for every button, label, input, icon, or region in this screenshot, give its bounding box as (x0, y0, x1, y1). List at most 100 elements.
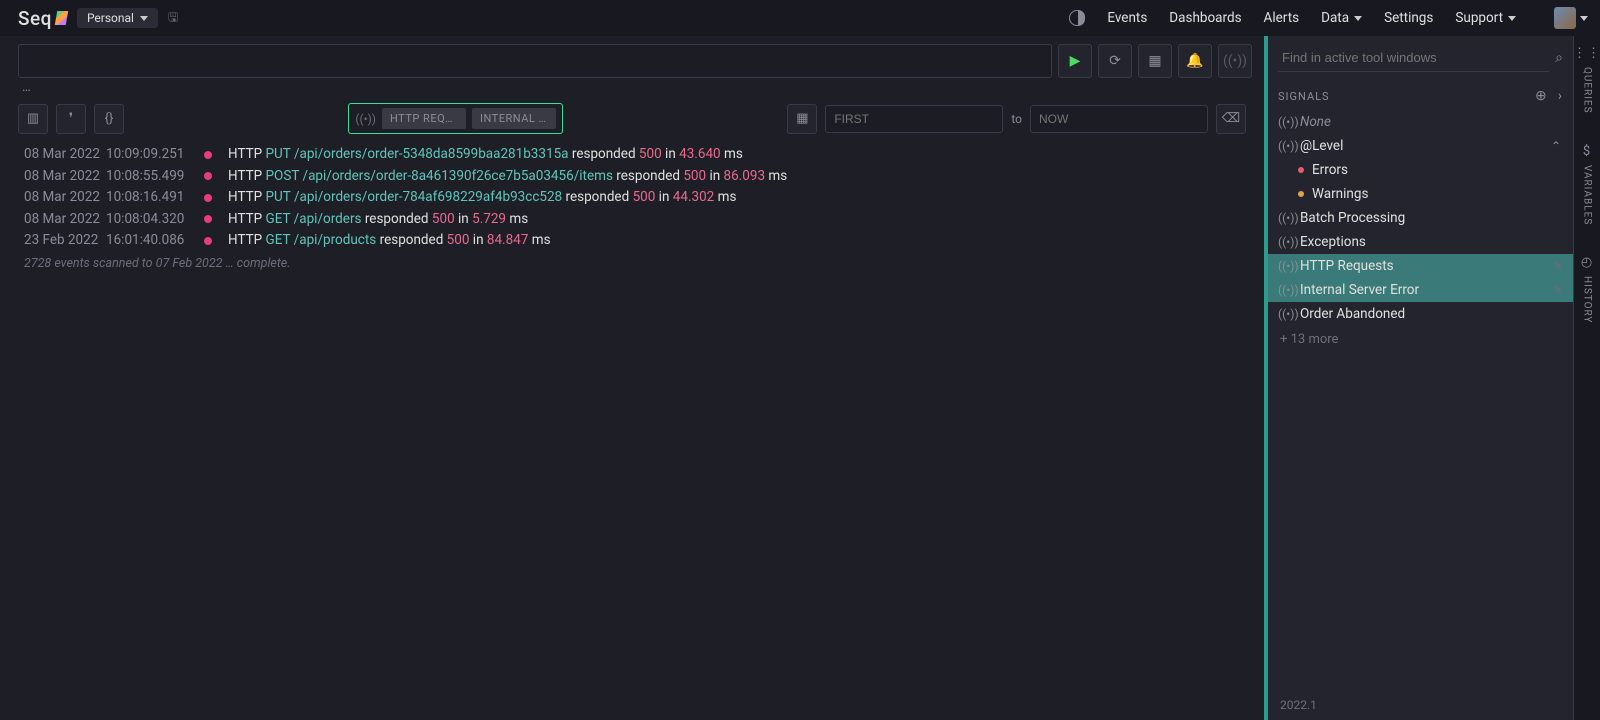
event-message: HTTP PUT /api/orders/order-5348da8599baa… (228, 145, 743, 165)
signal-add-button[interactable]: ((•)) (1218, 44, 1252, 78)
nav-support[interactable]: Support (1455, 10, 1516, 26)
edit-icon[interactable]: ✎ (1553, 283, 1563, 297)
nav-alerts[interactable]: Alerts (1264, 10, 1300, 26)
event-message: HTTP GET /api/orders responded 500 in 5.… (228, 210, 528, 230)
bar-chart-icon: ▥ (27, 111, 39, 126)
event-date: 23 Feb 2022 (24, 231, 96, 251)
notifications-button[interactable]: 🔔 (1178, 44, 1212, 78)
event-message: HTTP GET /api/products responded 500 in … (228, 231, 551, 251)
event-date: 08 Mar 2022 (24, 167, 96, 187)
edit-icon[interactable]: ✎ (1553, 259, 1563, 273)
event-row[interactable]: 08 Mar 202210:08:16.491HTTP PUT /api/ord… (24, 187, 1246, 209)
signal-row[interactable]: ((•)) Exceptions (1268, 230, 1573, 254)
applied-signals: ((•)) HTTP REQU… INTERNAL S… (348, 103, 563, 134)
date-to-label: to (1011, 112, 1022, 126)
signal-label: Batch Processing (1300, 210, 1563, 226)
event-time: 10:08:04.320 (106, 210, 184, 230)
level-dot-icon (204, 172, 212, 180)
signals-header: SIGNALS (1278, 90, 1330, 103)
event-date: 08 Mar 2022 (24, 145, 96, 165)
grid-icon: ▦ (1148, 53, 1161, 69)
save-workspace-button[interactable]: 🖫 (168, 8, 178, 29)
signal-row[interactable]: ((•)) @Level ⌃ (1268, 134, 1573, 158)
signal-row[interactable]: ((•))HTTP Requests✎ (1268, 254, 1573, 278)
signal-row[interactable]: ((•))Internal Server Error✎ (1268, 278, 1573, 302)
signal-label: @Level (1300, 138, 1541, 154)
theme-toggle-icon[interactable] (1069, 10, 1085, 26)
event-message: HTTP POST /api/orders/order-8a461390f26c… (228, 167, 787, 187)
event-date: 08 Mar 2022 (24, 188, 96, 208)
event-row[interactable]: 23 Feb 2022 16:01:40.086 HTTP GET /api/pro… (24, 230, 1246, 252)
add-signal-button[interactable]: ⊕ (1535, 88, 1548, 104)
quote-button[interactable]: ❜ (56, 104, 86, 134)
event-time: 16:01:40.086 (106, 231, 184, 251)
applied-signal-chip[interactable]: HTTP REQU… (382, 108, 466, 129)
query-input[interactable] (18, 44, 1052, 78)
rail-variables[interactable]: $VARIABLES (1582, 144, 1593, 225)
level-dot-icon (204, 215, 212, 223)
chevron-down-icon (1354, 16, 1362, 21)
event-row[interactable]: 08 Mar 2022 10:08:04.320 HTTP GET /api/ord… (24, 209, 1246, 231)
rail-queries[interactable]: ⋮⋮QUERIES (1573, 46, 1600, 114)
signal-row[interactable]: Errors (1268, 158, 1573, 182)
signal-icon: ((•)) (1223, 53, 1247, 69)
signal-icon: ((•)) (1278, 259, 1292, 273)
nav-events[interactable]: Events (1107, 10, 1147, 26)
braces-icon: {} (105, 111, 114, 126)
applied-signal-chip[interactable]: INTERNAL S… (472, 108, 556, 129)
signal-icon: ((•)) (1278, 139, 1292, 153)
chevron-up-icon[interactable]: ⌃ (1549, 139, 1563, 153)
logo: Seq (18, 7, 67, 30)
event-row[interactable]: 08 Mar 2022 10:08:55.499 HTTP POST /api/or… (24, 166, 1246, 188)
sliders-icon: ⋮⋮ (1573, 46, 1600, 61)
date-from-input[interactable] (825, 105, 1003, 133)
signal-icon: ((•)) (1278, 235, 1292, 249)
signal-icon: ((•)) (355, 112, 376, 126)
date-picker-button[interactable]: ▦ (787, 104, 817, 134)
clock-icon: ◴ (1581, 255, 1593, 270)
chevron-down-icon (140, 16, 148, 21)
signals-expand-button[interactable]: › (1558, 88, 1563, 104)
signal-label: Errors (1312, 162, 1563, 178)
level-dot-icon (204, 237, 212, 245)
chevron-down-icon (1580, 16, 1588, 21)
query-expand[interactable]: … (0, 78, 1264, 97)
main-column: ▶ ⟳ ▦ 🔔 ((•)) … ▥ ❜ {} ((•)) HTTP REQU… … (0, 36, 1264, 720)
search-icon[interactable]: ⌕ (1555, 50, 1563, 66)
dollar-icon: $ (1583, 144, 1591, 159)
event-time: 10:08:16.491 (106, 188, 184, 208)
chevron-down-icon (1508, 16, 1516, 21)
clear-date-button[interactable]: ⌫ (1216, 104, 1246, 134)
nav-dashboards[interactable]: Dashboards (1169, 10, 1241, 26)
events-list: 08 Mar 202210:09:09.251HTTP PUT /api/ord… (0, 144, 1264, 720)
play-icon: ▶ (1070, 53, 1081, 69)
braces-button[interactable]: {} (94, 104, 124, 134)
signal-icon: ((•)) (1278, 283, 1292, 297)
chart-toggle-button[interactable]: ▥ (18, 104, 48, 134)
level-dot-icon (1298, 191, 1304, 197)
rail-history[interactable]: ◴HISTORY (1581, 255, 1593, 323)
run-query-button[interactable]: ▶ (1058, 44, 1092, 78)
refresh-button[interactable]: ⟳ (1098, 44, 1132, 78)
signals-more[interactable]: + 13 more (1268, 326, 1573, 353)
signal-row[interactable]: ((•))Order Abandoned (1268, 302, 1573, 326)
level-dot-icon (204, 194, 212, 202)
logo-mark-icon (55, 11, 68, 25)
event-date: 08 Mar 2022 (24, 210, 96, 230)
calendar-icon: ▦ (796, 111, 808, 126)
avatar[interactable] (1554, 7, 1576, 29)
quote-icon: ❜ (69, 111, 73, 126)
signal-row[interactable]: Warnings (1268, 182, 1573, 206)
signal-label: Exceptions (1300, 234, 1563, 250)
signal-row[interactable]: ((•))Batch Processing (1268, 206, 1573, 230)
event-time: 10:08:55.499 (106, 167, 184, 187)
tool-window-search-input[interactable] (1278, 44, 1549, 72)
scan-status: 2728 events scanned to 07 Feb 2022 … com… (24, 252, 1246, 271)
workspace-selector[interactable]: Personal (77, 8, 158, 28)
nav-settings[interactable]: Settings (1384, 10, 1433, 26)
signal-row[interactable]: ((•))None (1268, 110, 1573, 134)
event-row[interactable]: 08 Mar 202210:09:09.251HTTP PUT /api/ord… (24, 144, 1246, 166)
nav-data[interactable]: Data (1321, 10, 1362, 26)
date-to-input[interactable] (1030, 105, 1208, 133)
layout-button[interactable]: ▦ (1138, 44, 1172, 78)
